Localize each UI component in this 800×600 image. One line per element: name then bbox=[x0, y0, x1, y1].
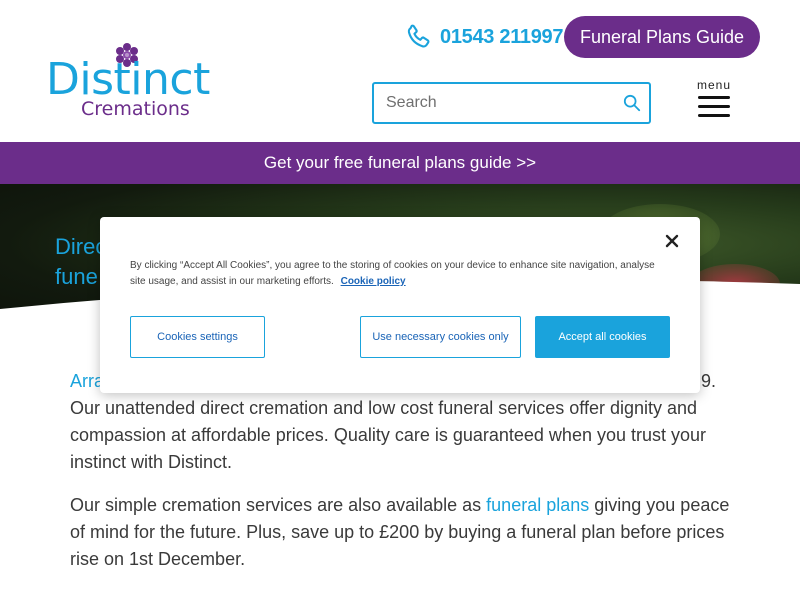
close-icon[interactable] bbox=[662, 231, 682, 251]
cookie-consent-dialog: By clicking “Accept All Cookies”, you ag… bbox=[100, 217, 700, 393]
search-box bbox=[372, 82, 651, 124]
phone-link[interactable]: 01543 211997 bbox=[404, 22, 564, 52]
funeral-guide-banner[interactable]: Get your free funeral plans guide >> bbox=[0, 142, 800, 184]
accept-all-cookies-button[interactable]: Accept all cookies bbox=[535, 316, 670, 358]
cookie-policy-link[interactable]: Cookie policy bbox=[341, 276, 406, 287]
menu-button[interactable]: menu bbox=[697, 78, 733, 122]
menu-label: menu bbox=[697, 78, 732, 92]
main-content: Arra 9. Our unattended direct cremation … bbox=[70, 368, 740, 589]
cookies-settings-button[interactable]: Cookies settings bbox=[130, 316, 265, 358]
site-header: Distinct Cremations 01543 211997 Funeral… bbox=[0, 0, 800, 142]
funeral-plans-link[interactable]: funeral plans bbox=[486, 495, 589, 515]
search-icon[interactable] bbox=[623, 94, 641, 112]
arrange-link[interactable]: Arra bbox=[70, 368, 104, 395]
necessary-cookies-button[interactable]: Use necessary cookies only bbox=[360, 316, 521, 358]
logo-subtitle: Cremations bbox=[81, 98, 190, 120]
cookie-message: By clicking “Accept All Cookies”, you ag… bbox=[130, 260, 655, 287]
plans-paragraph: Our simple cremation services are also a… bbox=[70, 495, 730, 569]
search-input[interactable] bbox=[374, 84, 614, 122]
site-logo[interactable]: Distinct Cremations bbox=[46, 42, 210, 122]
logo-wordmark: Distinct bbox=[46, 54, 210, 105]
phone-number: 01543 211997 bbox=[440, 25, 564, 48]
phone-icon bbox=[407, 24, 430, 48]
hamburger-icon bbox=[698, 96, 730, 123]
funeral-plans-guide-button[interactable]: Funeral Plans Guide bbox=[564, 16, 760, 58]
